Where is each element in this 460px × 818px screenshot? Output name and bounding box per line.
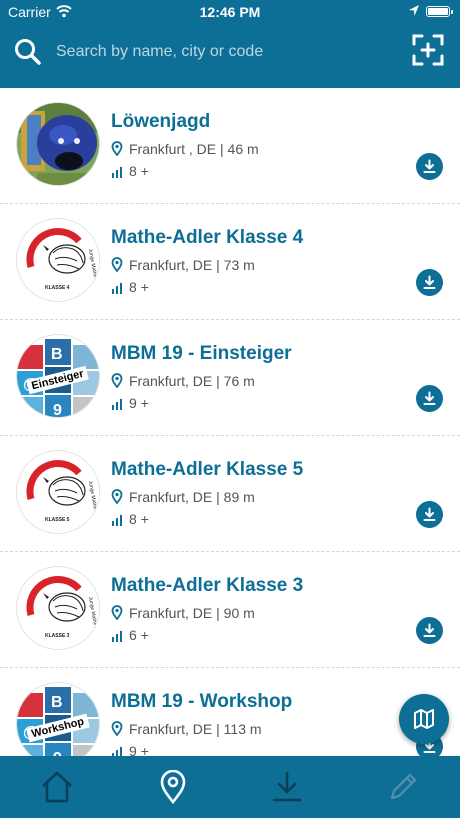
trail-image: Junge Mathe-Adler KLASSE 5 <box>16 450 100 534</box>
search-icon[interactable] <box>14 38 42 71</box>
location-pin-icon <box>111 489 123 504</box>
trail-age-text: 6 + <box>129 627 149 643</box>
trail-location-text: Frankfurt, DE | 76 m <box>129 373 255 389</box>
trail-row[interactable]: Junge Mathe-Adler KLASSE 4 Mathe-Adler Kla… <box>0 204 460 320</box>
status-time: 12:46 PM <box>199 4 261 20</box>
home-icon <box>42 771 72 803</box>
trail-age: 8 + <box>111 511 149 527</box>
trail-age-text: 8 + <box>129 279 149 295</box>
trail-title[interactable]: Mathe-Adler Klasse 3 <box>111 575 303 597</box>
trail-row[interactable]: Löwenjagd Frankfurt , DE | 46 m 8 + <box>0 88 460 204</box>
trail-row[interactable]: Junge Mathe-Adler KLASSE 3 Mathe-Adler Kla… <box>0 552 460 668</box>
download-trail-button[interactable] <box>416 617 443 644</box>
battery-icon <box>426 6 453 17</box>
trail-age-text: 9 + <box>129 395 149 411</box>
trail-image: Junge Mathe-Adler KLASSE 3 <box>16 566 100 650</box>
tab-bar <box>0 756 460 818</box>
trail-age-text: 8 + <box>129 163 149 179</box>
svg-text:9: 9 <box>53 402 62 418</box>
download-icon <box>423 275 436 289</box>
level-bars-icon <box>112 747 122 756</box>
app-header: Carrier 12:46 PM <box>0 0 460 88</box>
trail-age-text: 8 + <box>129 511 149 527</box>
qr-scan-icon[interactable] <box>412 34 444 71</box>
search-input[interactable] <box>56 40 386 64</box>
download-icon <box>423 623 436 637</box>
map-view-button[interactable] <box>399 694 449 744</box>
trail-age: 9 + <box>111 743 149 756</box>
trail-image: B@9Workshop <box>16 682 100 756</box>
trail-age-text: 9 + <box>129 743 149 756</box>
status-bar: Carrier 12:46 PM <box>0 0 460 24</box>
trail-image: Junge Mathe-Adler KLASSE 4 <box>16 218 100 302</box>
trail-location-text: Frankfurt, DE | 90 m <box>129 605 255 621</box>
tab-home[interactable] <box>40 770 74 804</box>
level-bars-icon <box>112 631 122 642</box>
location-arrow-icon <box>408 4 420 20</box>
download-trail-button[interactable] <box>416 153 443 180</box>
trail-location-text: Frankfurt, DE | 73 m <box>129 257 255 273</box>
trail-title[interactable]: Mathe-Adler Klasse 5 <box>111 459 303 481</box>
location-pin-icon <box>111 257 123 272</box>
trail-image-badge: KLASSE 5 <box>45 517 70 523</box>
location-pin-icon <box>111 373 123 388</box>
pencil-icon <box>390 773 417 800</box>
trail-location: Frankfurt, DE | 113 m <box>111 721 262 737</box>
level-bars-icon <box>112 167 122 178</box>
trail-row[interactable]: B@9Einsteiger MBM 19 - Einsteiger Frankfur… <box>0 320 460 436</box>
trail-location: Frankfurt, DE | 76 m <box>111 373 255 389</box>
trail-title[interactable]: MBM 19 - Workshop <box>111 691 292 713</box>
trail-location: Frankfurt, DE | 89 m <box>111 489 255 505</box>
download-icon <box>272 771 302 802</box>
trail-location-text: Frankfurt, DE | 89 m <box>129 489 255 505</box>
location-pin-icon <box>111 141 123 156</box>
trail-age: 8 + <box>111 279 149 295</box>
download-trail-button[interactable] <box>416 269 443 296</box>
svg-text:B: B <box>51 694 63 711</box>
trail-age: 9 + <box>111 395 149 411</box>
trail-location-text: Frankfurt, DE | 113 m <box>129 721 262 737</box>
trail-list[interactable]: Löwenjagd Frankfurt , DE | 46 m8 + Junge M… <box>0 88 460 756</box>
trail-location-text: Frankfurt , DE | 46 m <box>129 141 259 157</box>
trail-row[interactable]: Junge Mathe-Adler KLASSE 5 Mathe-Adler Kla… <box>0 436 460 552</box>
trail-image-badge: KLASSE 4 <box>45 285 70 291</box>
trail-age: 6 + <box>111 627 149 643</box>
trail-location: Frankfurt , DE | 46 m <box>111 141 259 157</box>
trail-row[interactable]: B@9Workshop MBM 19 - Workshop Frankfurt, D… <box>0 668 460 756</box>
trail-location: Frankfurt, DE | 73 m <box>111 257 255 273</box>
level-bars-icon <box>112 399 122 410</box>
tab-nearby[interactable] <box>156 769 190 805</box>
location-pin-icon <box>111 605 123 620</box>
download-icon <box>423 507 436 521</box>
download-trail-button[interactable] <box>416 501 443 528</box>
tab-downloads[interactable] <box>270 770 304 804</box>
location-pin-icon <box>111 721 123 736</box>
trail-image-badge: KLASSE 3 <box>45 633 70 639</box>
level-bars-icon <box>112 283 122 294</box>
map-pin-icon <box>160 769 186 805</box>
trail-image: B@9Einsteiger <box>16 334 100 418</box>
trail-image <box>16 102 100 186</box>
trail-location: Frankfurt, DE | 90 m <box>111 605 255 621</box>
trail-age: 8 + <box>111 163 149 179</box>
svg-text:B: B <box>51 346 63 363</box>
download-icon <box>423 391 436 405</box>
trail-title[interactable]: Löwenjagd <box>111 111 210 133</box>
trail-title[interactable]: MBM 19 - Einsteiger <box>111 343 292 365</box>
tab-create[interactable] <box>386 770 420 804</box>
trail-title[interactable]: Mathe-Adler Klasse 4 <box>111 227 303 249</box>
level-bars-icon <box>112 515 122 526</box>
download-icon <box>423 159 436 173</box>
download-trail-button[interactable] <box>416 385 443 412</box>
